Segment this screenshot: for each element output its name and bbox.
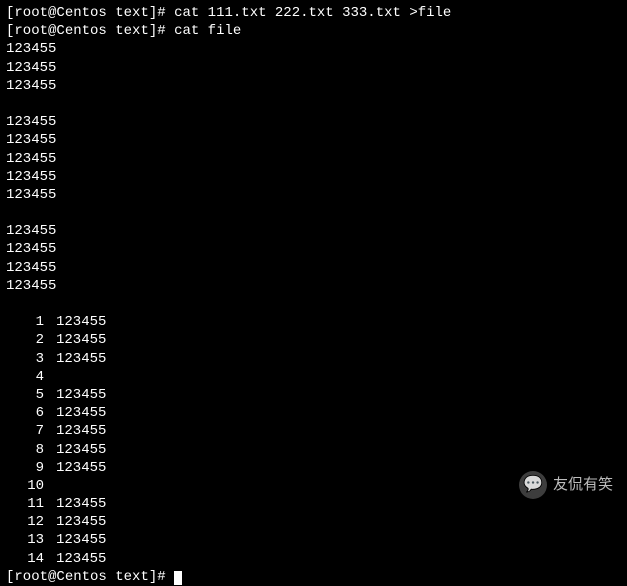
line-value: 123455: [56, 441, 106, 459]
prompt-path: text: [115, 23, 149, 39]
prompt-path: text: [115, 5, 149, 21]
numbered-line: 13123455: [6, 531, 621, 549]
output-line: 123455: [6, 131, 621, 149]
line-value: 123455: [56, 422, 106, 440]
numbered-line: 14123455: [6, 550, 621, 568]
line-value: 123455: [56, 386, 106, 404]
line-value: 123455: [56, 331, 106, 349]
line-value: 123455: [56, 550, 106, 568]
prompt-line-3[interactable]: [root@Centos text]#: [6, 568, 621, 586]
line-value: 123455: [56, 513, 106, 531]
blank-line: [6, 295, 621, 313]
output-line: 123455: [6, 240, 621, 258]
line-number: 12: [6, 513, 56, 531]
line-number: 7: [6, 422, 56, 440]
output-line: 123455: [6, 277, 621, 295]
output-line: 123455: [6, 222, 621, 240]
prompt-host: Centos: [56, 569, 106, 585]
output-line: 123455: [6, 150, 621, 168]
output-line: 123455: [6, 113, 621, 131]
line-number: 6: [6, 404, 56, 422]
numbered-line: 3123455: [6, 350, 621, 368]
line-number: 4: [6, 368, 56, 386]
numbered-line: 7123455: [6, 422, 621, 440]
numbered-line: 2123455: [6, 331, 621, 349]
output-line: 123455: [6, 259, 621, 277]
prompt-symbol: #: [157, 23, 165, 39]
line-number: 3: [6, 350, 56, 368]
line-number: 10: [6, 477, 56, 495]
cursor-icon: [174, 571, 182, 585]
numbered-line: 6123455: [6, 404, 621, 422]
output-line: 123455: [6, 59, 621, 77]
line-value: 123455: [56, 495, 106, 513]
prompt-user: root: [14, 23, 48, 39]
line-number: 9: [6, 459, 56, 477]
line-value: 123455: [56, 350, 106, 368]
prompt-line-1: [root@Centos text]# cat 111.txt 222.txt …: [6, 4, 621, 22]
line-number: 2: [6, 331, 56, 349]
line-value: 123455: [56, 313, 106, 331]
line-value: 123455: [56, 459, 106, 477]
line-value: 123455: [56, 404, 106, 422]
watermark-text: 友侃有笑: [553, 475, 613, 495]
prompt-host: Centos: [56, 23, 106, 39]
output-line: 123455: [6, 168, 621, 186]
line-number: 13: [6, 531, 56, 549]
numbered-line: 4: [6, 368, 621, 386]
output-line: 123455: [6, 40, 621, 58]
output-line: 123455: [6, 186, 621, 204]
blank-line: [6, 204, 621, 222]
output-line: 123455: [6, 77, 621, 95]
prompt-path: text: [115, 569, 149, 585]
prompt-user: root: [14, 5, 48, 21]
numbered-line: 5123455: [6, 386, 621, 404]
blank-line: [6, 95, 621, 113]
numbered-line: 8123455: [6, 441, 621, 459]
line-value: 123455: [56, 531, 106, 549]
numbered-line: 12123455: [6, 513, 621, 531]
line-number: 8: [6, 441, 56, 459]
prompt-host: Centos: [56, 5, 106, 21]
prompt-line-2: [root@Centos text]# cat file: [6, 22, 621, 40]
prompt-symbol: #: [157, 5, 165, 21]
prompt-symbol: #: [157, 569, 165, 585]
line-number: 5: [6, 386, 56, 404]
command-2: cat file: [174, 23, 241, 39]
line-number: 14: [6, 550, 56, 568]
prompt-user: root: [14, 569, 48, 585]
wechat-icon: 💬: [519, 471, 547, 499]
numbered-line: 1123455: [6, 313, 621, 331]
watermark: 💬 友侃有笑: [519, 471, 613, 499]
line-number: 1: [6, 313, 56, 331]
line-number: 11: [6, 495, 56, 513]
command-1: cat 111.txt 222.txt 333.txt >file: [174, 5, 451, 21]
